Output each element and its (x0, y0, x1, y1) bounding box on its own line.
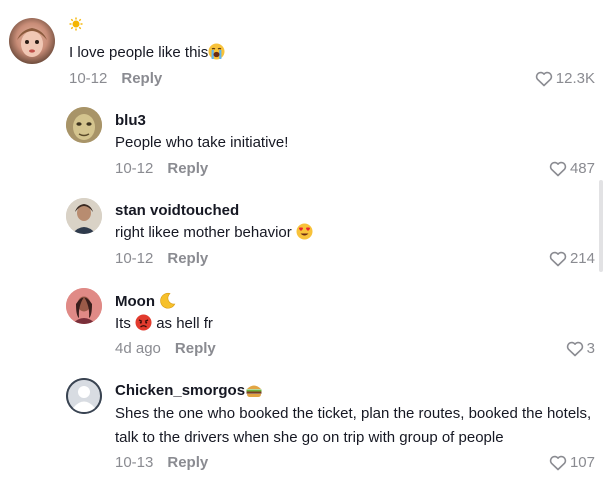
crescent-moon-emoji (159, 292, 176, 313)
like-button[interactable]: 12.3K (535, 70, 595, 87)
person-avatar[interactable] (66, 288, 102, 324)
default-user-avatar[interactable] (66, 378, 102, 414)
comment-text: right likee mother behavior (115, 221, 313, 248)
like-button[interactable]: 487 (549, 160, 595, 177)
comment-text: Its as hell fr (115, 312, 213, 339)
comment-date: 10-13 (115, 454, 154, 471)
comment-meta: 10-12 Reply (115, 250, 208, 267)
reply-button[interactable]: Reply (167, 454, 208, 471)
comment-meta: 4d ago Reply (115, 340, 216, 357)
comment-username[interactable]: Moon (115, 292, 176, 313)
comment-date: 10-12 (115, 160, 154, 177)
comment-meta: 10-12 Reply (69, 70, 162, 87)
doll-avatar[interactable] (9, 18, 55, 64)
like-count: 107 (569, 454, 595, 471)
like-count: 3 (586, 340, 595, 357)
sun-emoji (69, 17, 83, 36)
person-avatar[interactable] (66, 198, 102, 234)
reply-button[interactable]: Reply (175, 340, 216, 357)
comment-text: I love people like this (69, 41, 225, 68)
painted-face-avatar[interactable] (66, 107, 102, 143)
burger-emoji (245, 383, 263, 402)
comment-meta: 10-12 Reply (115, 160, 208, 177)
reply-button[interactable]: Reply (167, 250, 208, 267)
comment-text: People who take initiative! (115, 134, 289, 151)
reply-button[interactable]: Reply (167, 160, 208, 177)
heart-eyes-emoji (296, 223, 313, 248)
heart-icon (535, 71, 553, 87)
heart-icon (549, 455, 567, 471)
scrollbar[interactable] (599, 180, 603, 272)
comment-username[interactable]: stan voidtouched (115, 202, 239, 219)
comment-text: Shes the one who booked the ticket, plan… (115, 405, 592, 446)
heart-icon (549, 251, 567, 267)
comment-date: 4d ago (115, 340, 161, 357)
like-count: 12.3K (555, 70, 595, 87)
loudly-crying-face-emoji (208, 43, 225, 68)
heart-icon (566, 341, 584, 357)
like-button[interactable]: 214 (549, 250, 595, 267)
reply-button[interactable]: Reply (121, 70, 162, 87)
like-count: 214 (569, 250, 595, 267)
heart-icon (549, 161, 567, 177)
comment-date: 10-12 (115, 250, 154, 267)
comment-username[interactable]: Chicken_smorgos (115, 382, 263, 402)
comment-date: 10-12 (69, 70, 108, 87)
like-count: 487 (569, 160, 595, 177)
comment-meta: 10-13 Reply (115, 454, 208, 471)
comment-username[interactable]: blu3 (115, 112, 146, 129)
angry-face-emoji (135, 314, 152, 339)
like-button[interactable]: 107 (549, 454, 595, 471)
like-button[interactable]: 3 (566, 340, 595, 357)
